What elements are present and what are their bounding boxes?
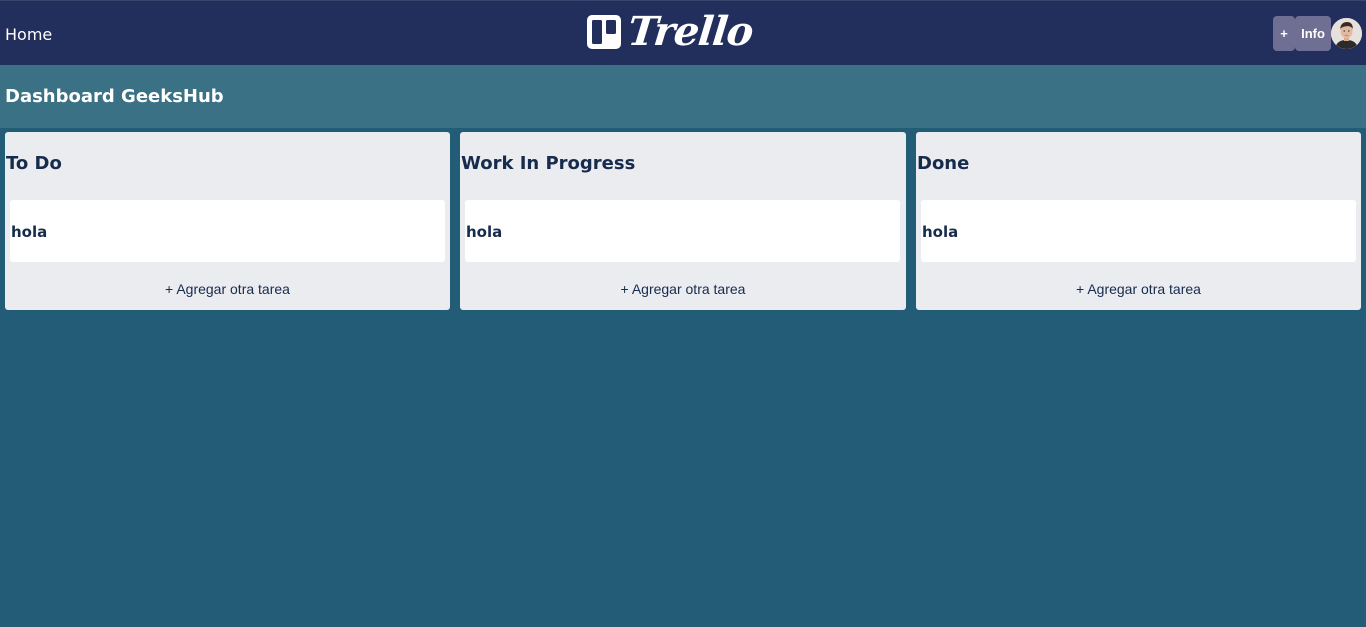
avatar[interactable] [1331, 18, 1362, 49]
list-work-in-progress: Work In Progress hola + Agregar otra tar… [460, 132, 906, 310]
list-title: Work In Progress [461, 153, 636, 174]
list-to-do: To Do hola + Agregar otra tarea [5, 132, 450, 310]
add-task-button[interactable]: + Agregar otra tarea [460, 280, 906, 298]
trello-logo-icon [587, 15, 621, 49]
task-card[interactable]: hola [10, 200, 445, 262]
task-card[interactable]: hola [465, 200, 900, 262]
list-done: Done hola + Agregar otra tarea [916, 132, 1361, 310]
top-actions: + Info [1273, 16, 1362, 51]
home-link[interactable]: Home [5, 25, 52, 45]
board-header: Dashboard GeeksHub [0, 65, 1366, 128]
list-title: Done [917, 153, 970, 174]
list-title: To Do [6, 153, 62, 174]
trello-logo[interactable]: Trello [586, 8, 755, 55]
task-card-text: hola [11, 223, 48, 241]
user-avatar-icon [1331, 18, 1362, 49]
top-navbar: Home Trello + Info [0, 0, 1366, 65]
info-button[interactable]: Info [1295, 16, 1331, 51]
add-board-button[interactable]: + [1273, 16, 1295, 51]
add-task-button[interactable]: + Agregar otra tarea [916, 280, 1361, 298]
add-task-button[interactable]: + Agregar otra tarea [5, 280, 450, 298]
task-card-text: hola [922, 223, 959, 241]
brand-name: Trello [625, 8, 755, 55]
task-card[interactable]: hola [921, 200, 1356, 262]
board-title: Dashboard GeeksHub [5, 86, 224, 107]
task-card-text: hola [466, 223, 503, 241]
